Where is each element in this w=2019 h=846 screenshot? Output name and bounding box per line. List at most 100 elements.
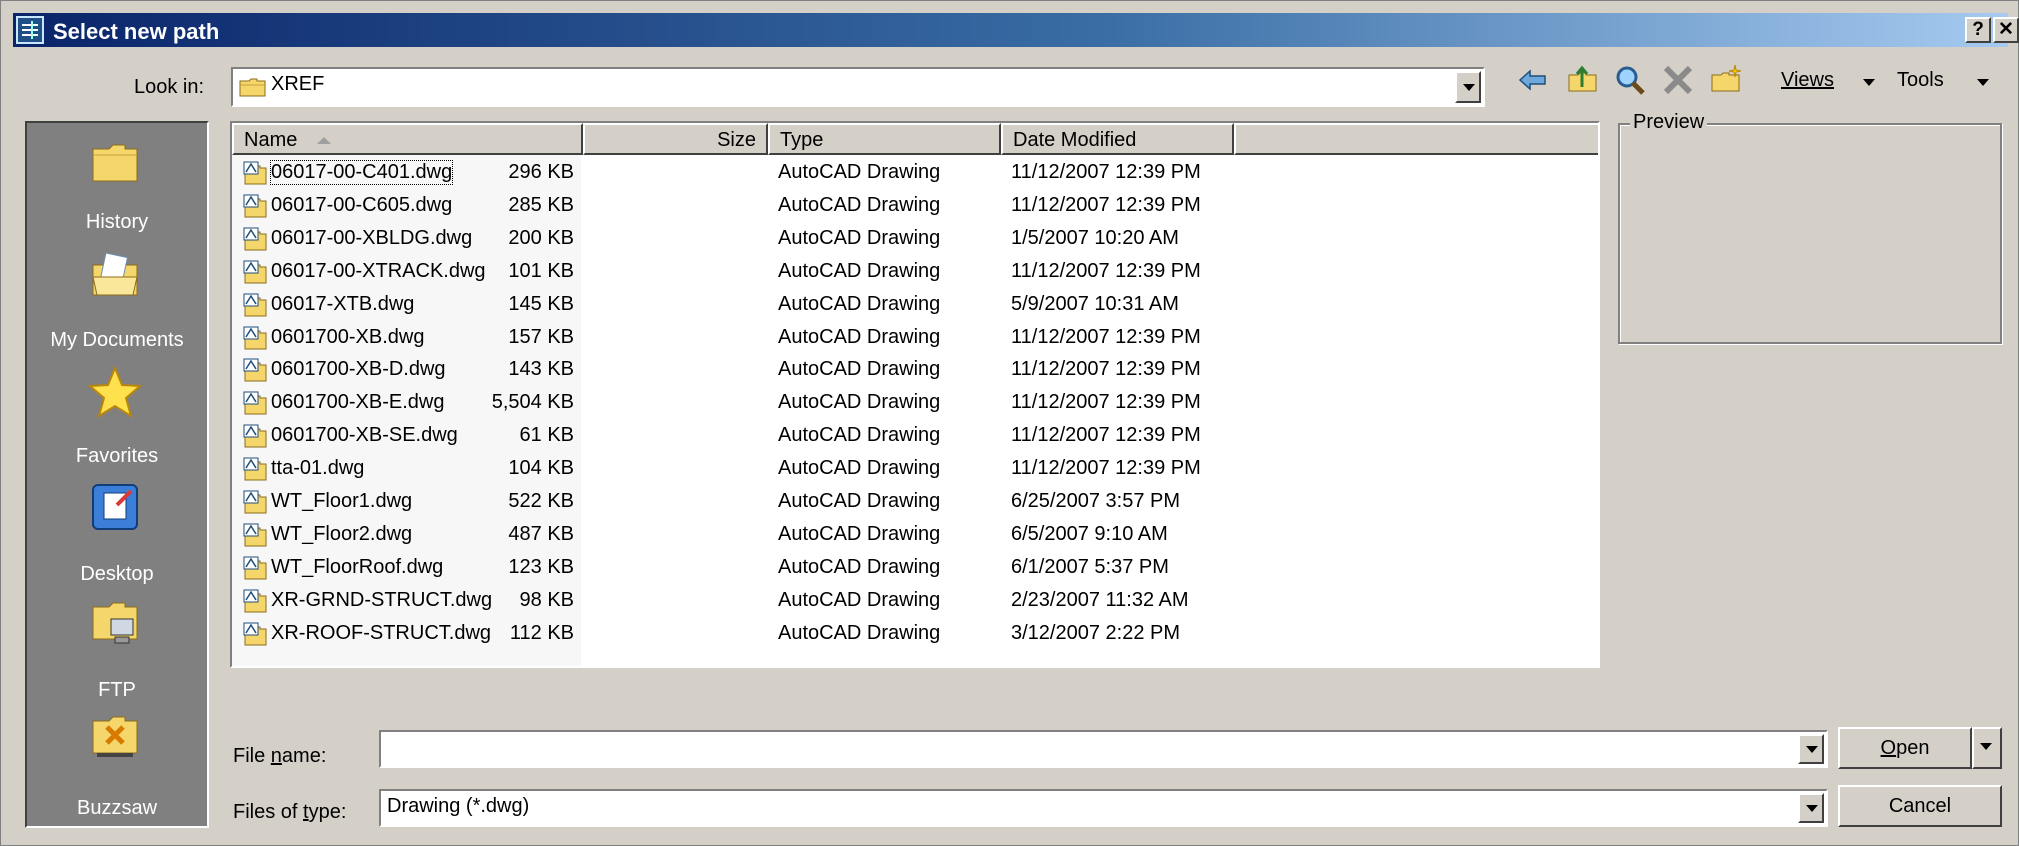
help-button[interactable]: ? <box>1965 17 1991 43</box>
table-row[interactable]: 06017-00-XTRACK.dwg 101 KB AutoCAD Drawing… <box>232 256 1598 289</box>
places-bar: History My Documents Favorites Desktop F… <box>25 121 209 828</box>
files-of-type-label: Files of type: <box>233 801 347 823</box>
file-name-cell: WT_Floor2.dwg <box>271 522 413 545</box>
column-header-size[interactable]: Size <box>583 123 768 155</box>
close-button[interactable]: ✕ <box>1993 17 2019 43</box>
file-type-cell: AutoCAD Drawing <box>778 358 941 381</box>
table-row[interactable]: XR-GRND-STRUCT.dwg 98 KB AutoCAD Drawing 2/… <box>232 585 1598 618</box>
table-row[interactable]: 0601700-XB-E.dwg 5,504 KB AutoCAD Drawing 1… <box>232 387 1598 420</box>
dialog-title: Select new path <box>53 19 220 44</box>
preview-title: Preview <box>1630 111 1708 134</box>
file-type-cell: AutoCAD Drawing <box>778 292 941 315</box>
dwg-file-icon <box>243 194 267 218</box>
dwg-file-icon <box>243 391 267 415</box>
file-date-cell: 11/12/2007 12:39 PM <box>1011 325 1201 348</box>
table-row[interactable]: 06017-XTB.dwg 145 KB AutoCAD Drawing 5/9/20… <box>232 289 1598 322</box>
views-dropdown-arrow[interactable] <box>1863 79 1875 86</box>
dwg-file-icon <box>243 227 267 251</box>
file-date-cell: 6/25/2007 3:57 PM <box>1011 490 1181 512</box>
chevron-down-icon <box>1980 743 1992 750</box>
files-of-type-value: Drawing (*.dwg) <box>387 795 530 817</box>
tools-menu[interactable]: Tools <box>1897 69 1944 92</box>
file-date-cell: 11/12/2007 12:39 PM <box>1011 193 1201 216</box>
table-row[interactable]: WT_FloorRoof.dwg 123 KB AutoCAD Drawing 6/1… <box>232 552 1598 585</box>
table-row[interactable]: tta-01.dwg 104 KB AutoCAD Drawing 11/12/200… <box>232 453 1598 486</box>
file-date-cell: 11/12/2007 12:39 PM <box>1011 259 1201 282</box>
file-name-cell: 06017-00-C605.dwg <box>271 193 453 216</box>
column-header-name[interactable]: Name <box>232 123 583 155</box>
search-web-icon[interactable] <box>1613 63 1647 97</box>
table-row[interactable]: 06017-00-XBLDG.dwg 200 KB AutoCAD Drawing 1… <box>232 223 1598 256</box>
table-row[interactable]: WT_Floor1.dwg 522 KB AutoCAD Drawing 6/25/2… <box>232 486 1598 519</box>
file-name-cell: tta-01.dwg <box>271 457 365 480</box>
file-name-cell: 06017-XTB.dwg <box>271 292 415 315</box>
table-row[interactable]: XR-ROOF-STRUCT.dwg 112 KB AutoCAD Drawing 3… <box>232 618 1598 651</box>
file-date-cell: 11/12/2007 12:39 PM <box>1011 358 1201 381</box>
place-desktop[interactable]: Desktop <box>27 477 207 587</box>
file-date-cell: 11/12/2007 12:39 PM <box>1011 391 1201 414</box>
file-size-cell: 5,504 KB <box>491 391 574 414</box>
tools-dropdown-arrow[interactable] <box>1977 79 1989 86</box>
ftp-icon <box>92 602 138 644</box>
delete-icon[interactable] <box>1661 63 1695 97</box>
look-in-dropdown-button[interactable] <box>1455 71 1481 103</box>
history-folder-icon <box>92 144 138 182</box>
dwg-file-icon <box>243 523 267 547</box>
file-date-cell: 2/23/2007 11:32 AM <box>1011 588 1189 611</box>
file-name-cell: WT_Floor1.dwg <box>271 490 413 512</box>
files-of-type-combo[interactable]: Drawing (*.dwg) <box>379 789 1828 827</box>
file-name-cell: 06017-00-XTRACK.dwg <box>271 259 486 282</box>
up-one-level-icon[interactable] <box>1566 63 1600 97</box>
file-type-cell: AutoCAD Drawing <box>778 161 941 183</box>
file-size-cell: 200 KB <box>508 226 574 249</box>
table-row[interactable]: 0601700-XB.dwg 157 KB AutoCAD Drawing 11/12… <box>232 322 1598 355</box>
file-name-cell: XR-GRND-STRUCT.dwg <box>271 588 493 611</box>
place-buzzsaw-label: Buzzsaw <box>76 797 158 819</box>
table-row[interactable]: 0601700-XB-SE.dwg 61 KB AutoCAD Drawing 11/… <box>232 420 1598 453</box>
file-name-cell: 06017-00-XBLDG.dwg <box>271 226 473 249</box>
place-history[interactable]: History <box>27 133 207 243</box>
place-buzzsaw[interactable]: Buzzsaw <box>27 707 207 823</box>
file-name-label: File name: <box>233 745 327 767</box>
file-size-cell: 157 KB <box>508 325 574 348</box>
open-dropdown-button[interactable] <box>1972 727 2002 769</box>
views-menu[interactable]: Views <box>1781 69 1834 92</box>
table-row[interactable]: 06017-00-C401.dwg 296 KB AutoCAD Drawing 11… <box>232 157 1598 190</box>
title-bar[interactable]: Select new path ? ✕ <box>13 13 2019 47</box>
file-name-cell: 0601700-XB-SE.dwg <box>271 424 458 447</box>
desktop-icon <box>92 484 138 530</box>
file-type-cell: AutoCAD Drawing <box>778 325 941 348</box>
table-row[interactable]: 06017-00-C605.dwg 285 KB AutoCAD Drawing 11… <box>232 190 1598 223</box>
file-size-cell: 285 KB <box>508 193 574 216</box>
open-button[interactable]: Open <box>1838 727 1972 769</box>
back-arrow-icon[interactable] <box>1516 63 1550 97</box>
column-header-date-modified[interactable]: Date Modified <box>1001 123 1234 155</box>
file-name-dropdown-button[interactable] <box>1798 734 1824 764</box>
place-my-documents[interactable]: My Documents <box>27 247 207 357</box>
file-name-combo[interactable] <box>379 730 1828 768</box>
file-size-cell: 61 KB <box>519 424 574 447</box>
my-documents-icon <box>92 252 138 296</box>
look-in-combo[interactable]: XREF <box>231 67 1485 107</box>
folder-icon <box>239 78 266 97</box>
file-type-cell: AutoCAD Drawing <box>778 621 941 644</box>
file-date-cell: 6/1/2007 5:37 PM <box>1011 555 1169 578</box>
file-size-cell: 101 KB <box>508 259 574 282</box>
files-of-type-dropdown-button[interactable] <box>1798 793 1824 823</box>
dwg-file-icon <box>243 490 267 514</box>
file-type-cell: AutoCAD Drawing <box>778 391 941 414</box>
file-name-cell: WT_FloorRoof.dwg <box>271 555 444 578</box>
create-new-folder-icon[interactable] <box>1709 63 1743 97</box>
file-name-cell: 0601700-XB.dwg <box>271 325 425 348</box>
file-list[interactable]: Name Size Type Date Modified 06017-00-C4… <box>230 121 1600 668</box>
cancel-button[interactable]: Cancel <box>1838 785 2002 827</box>
look-in-value: XREF <box>271 73 325 95</box>
place-ftp[interactable]: FTP <box>27 593 207 703</box>
table-row[interactable]: 0601700-XB-D.dwg 143 KB AutoCAD Drawing 11/… <box>232 354 1598 387</box>
file-type-cell: AutoCAD Drawing <box>778 193 941 216</box>
select-new-path-dialog: Select new path ? ✕ Look in: XREF Views … <box>0 0 2019 846</box>
table-row[interactable]: WT_Floor2.dwg 487 KB AutoCAD Drawing 6/5/20… <box>232 519 1598 552</box>
dwg-file-icon <box>243 589 267 613</box>
place-favorites[interactable]: Favorites <box>27 359 207 469</box>
column-header-type[interactable]: Type <box>768 123 1001 155</box>
